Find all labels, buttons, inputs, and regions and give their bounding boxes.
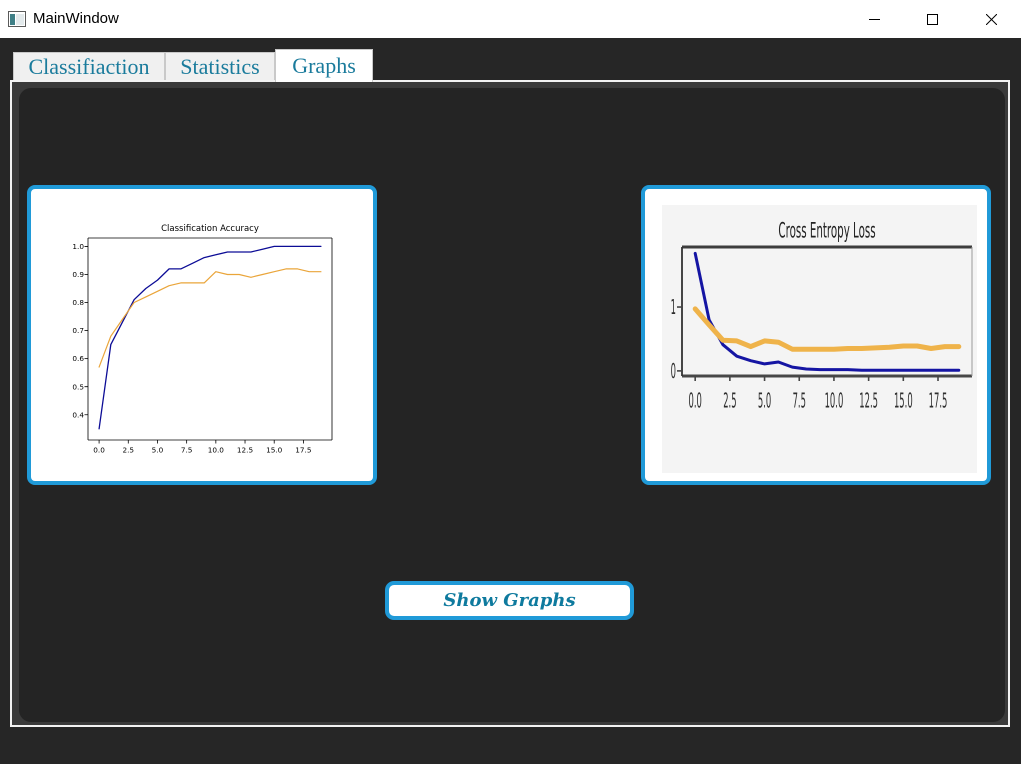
series-line-2 <box>98 268 322 368</box>
window-title: MainWindow <box>33 10 119 27</box>
y-tick-label: 0 <box>671 360 676 383</box>
chart-title: Cross Entropy Loss <box>778 219 875 243</box>
x-tick-label: 17.5 <box>295 446 311 455</box>
y-tick-label: 1 <box>671 296 676 319</box>
tab-statistics[interactable]: Statistics <box>165 52 275 80</box>
x-tick-label: 5.0 <box>758 389 771 412</box>
x-tick-label: 7.5 <box>181 446 193 455</box>
tab-classification[interactable]: Classifiaction <box>13 52 165 80</box>
show-graphs-button-label: Show Graphs <box>443 590 576 611</box>
maximize-button[interactable] <box>903 0 961 38</box>
y-tick-label: 0.7 <box>72 326 84 335</box>
y-tick-label: 0.4 <box>72 410 84 419</box>
loss-graph-card: Cross Entropy Loss 0.0 2.5 5.0 7.5 10.0 12.5 15… <box>641 185 991 485</box>
x-tick-label: 17.5 <box>929 389 948 412</box>
app-window-icon <box>8 11 26 27</box>
tab-label: Statistics <box>180 54 260 79</box>
series-line-1 <box>98 245 322 430</box>
loss-chart: Cross Entropy Loss 0.0 2.5 5.0 7.5 10.0 12.5 15… <box>662 205 977 473</box>
minimize-icon <box>868 18 880 20</box>
y-tick-label: 0.6 <box>72 354 84 363</box>
x-tick-label: 2.5 <box>122 446 134 455</box>
close-button[interactable] <box>961 0 1021 38</box>
x-tick-label: 5.0 <box>152 446 164 455</box>
y-tick-label: 0.9 <box>72 270 84 279</box>
tab-label: Classifiaction <box>28 54 150 79</box>
x-tick-label: 0.0 <box>93 446 105 455</box>
y-tick-label: 0.8 <box>72 298 84 307</box>
accuracy-chart: Classification Accuracy 0.0 2.5 5.0 7.5 10.0 1… <box>72 224 333 455</box>
show-graphs-button[interactable]: Show Graphs <box>385 581 634 620</box>
title-bar: MainWindow <box>0 0 1021 38</box>
y-tick-label: 1.0 <box>72 242 84 251</box>
x-tick-label: 15.0 <box>266 446 283 455</box>
x-tick-label: 10.0 <box>825 389 844 412</box>
tab-graphs[interactable]: Graphs <box>275 49 373 82</box>
close-icon <box>985 13 997 25</box>
x-tick-label: 10.0 <box>208 446 225 455</box>
x-tick-label: 2.5 <box>723 389 736 412</box>
x-tick-label: 0.0 <box>689 389 702 412</box>
tab-label: Graphs <box>292 53 356 78</box>
x-tick-label: 12.5 <box>859 389 878 412</box>
chart-image-background <box>662 205 977 473</box>
accuracy-graph-card: Classification Accuracy 0.0 2.5 5.0 7.5 10.0 1… <box>27 185 377 485</box>
maximize-icon <box>926 13 938 25</box>
chart-title: Classification Accuracy <box>161 224 259 234</box>
x-tick-label: 7.5 <box>793 389 806 412</box>
x-tick-label: 15.0 <box>894 389 913 412</box>
y-tick-label: 0.5 <box>72 382 84 391</box>
x-tick-label: 12.5 <box>237 446 253 455</box>
minimize-button[interactable] <box>845 0 903 38</box>
